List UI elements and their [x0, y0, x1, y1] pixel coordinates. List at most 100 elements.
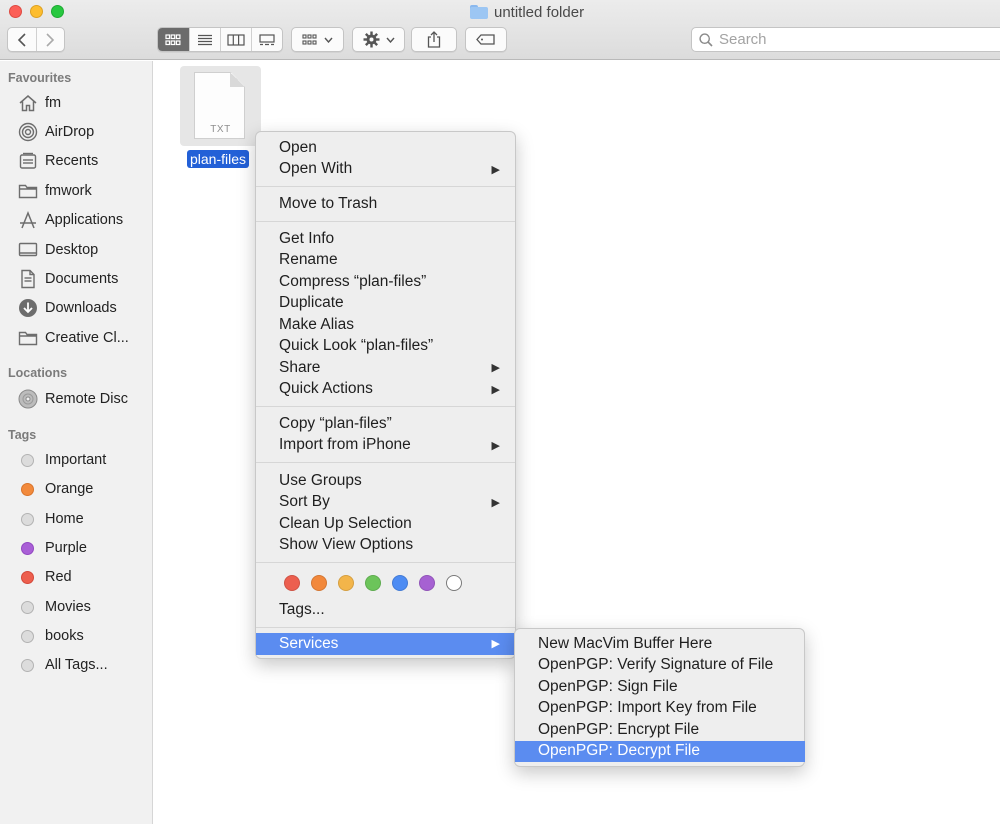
sidebar-item-label: Documents	[45, 271, 119, 287]
menu-separator	[256, 562, 515, 563]
sidebar-item-label: Creative Cl...	[45, 330, 129, 346]
tag-color-picker	[284, 575, 462, 591]
sidebar-item-label: fmwork	[45, 183, 92, 199]
chevron-down-icon	[385, 37, 395, 43]
sidebar-tag-important[interactable]: Important	[17, 448, 153, 472]
sidebar-tag-red[interactable]: Red	[17, 565, 153, 589]
share-button[interactable]	[411, 27, 457, 52]
menu-item-get-info[interactable]: Get Info	[256, 228, 515, 250]
action-dropdown[interactable]	[352, 27, 405, 52]
sidebar-item-downloads[interactable]: Downloads	[17, 296, 153, 320]
sidebar-item-remote-disc[interactable]: Remote Disc	[17, 387, 153, 411]
sidebar-item-label: All Tags...	[45, 657, 108, 673]
forward-button[interactable]	[35, 28, 64, 51]
menu-item-clean-up-selection[interactable]: Clean Up Selection	[256, 513, 515, 535]
menu-item-move-to-trash[interactable]: Move to Trash	[256, 193, 515, 215]
submenu-arrow-icon: ▶	[491, 439, 500, 452]
tag-gray-swatch[interactable]	[446, 575, 462, 591]
sidebar-item-documents[interactable]: Documents	[17, 267, 153, 291]
sidebar-tag-orange[interactable]: Orange	[17, 477, 153, 501]
menu-item-tags[interactable]: Tags...	[256, 599, 515, 621]
airdrop-icon	[17, 122, 38, 143]
file-icon-txt[interactable]: TXT	[180, 66, 261, 146]
sidebar-item-airdrop[interactable]: AirDrop	[17, 120, 153, 144]
menu-item-compress[interactable]: Compress “plan-files”	[256, 271, 515, 293]
column-view-button[interactable]	[219, 28, 251, 51]
close-window-button[interactable]	[9, 5, 22, 18]
columns-icon	[227, 33, 245, 46]
gallery-view-button[interactable]	[250, 28, 282, 51]
menu-item-openpgp-sign[interactable]: OpenPGP: Sign File	[515, 676, 805, 698]
icon-view-button[interactable]	[158, 28, 189, 51]
menu-item-label: Open	[279, 138, 317, 156]
applications-icon	[17, 210, 38, 231]
sidebar-tag-purple[interactable]: Purple	[17, 536, 153, 560]
sidebar-item-label: Important	[45, 452, 107, 468]
sidebar-item-label: Red	[45, 569, 72, 585]
sidebar-item-desktop[interactable]: Desktop	[17, 238, 153, 262]
menu-item-rename[interactable]: Rename	[256, 250, 515, 272]
sidebar-item-creative-cloud[interactable]: Creative Cl...	[17, 326, 153, 350]
tag-purple-swatch[interactable]	[419, 575, 435, 591]
menu-item-openpgp-encrypt[interactable]: OpenPGP: Encrypt File	[515, 719, 805, 741]
menu-item-import-from-iphone[interactable]: Import from iPhone ▶	[256, 435, 515, 457]
tag-color-dot	[21, 453, 34, 467]
menu-item-copy[interactable]: Copy “plan-files”	[256, 413, 515, 435]
menu-item-new-macvim-buffer[interactable]: New MacVim Buffer Here	[515, 633, 805, 655]
tag-red-swatch[interactable]	[284, 575, 300, 591]
sidebar-item-label: Purple	[45, 540, 87, 556]
sidebar-item-fmwork[interactable]: fmwork	[17, 179, 153, 203]
sidebar-item-recents[interactable]: Recents	[17, 149, 153, 173]
menu-item-open[interactable]: Open	[256, 137, 515, 159]
menu-item-label: Get Info	[279, 229, 335, 247]
back-button[interactable]	[8, 28, 36, 51]
arrange-dropdown[interactable]	[291, 27, 344, 52]
sidebar-item-applications[interactable]: Applications	[17, 208, 153, 232]
search-input[interactable]	[719, 31, 979, 48]
menu-item-openpgp-decrypt[interactable]: OpenPGP: Decrypt File	[515, 740, 805, 762]
sidebar-tag-books[interactable]: books	[17, 624, 153, 648]
favourites-heading: Favourites	[8, 71, 72, 85]
sidebar-item-fm[interactable]: fm	[17, 91, 153, 115]
menu-item-services[interactable]: Services ▶	[256, 633, 515, 655]
minimize-window-button[interactable]	[30, 5, 43, 18]
search-field[interactable]	[691, 27, 1000, 52]
submenu-arrow-icon: ▶	[491, 163, 500, 176]
menu-item-use-groups[interactable]: Use Groups	[256, 470, 515, 492]
submenu-arrow-icon: ▶	[491, 362, 500, 375]
tag-orange-swatch[interactable]	[311, 575, 327, 591]
home-icon	[17, 93, 38, 114]
menu-item-sort-by[interactable]: Sort By ▶	[256, 492, 515, 514]
tag-blue-swatch[interactable]	[392, 575, 408, 591]
window-toolbar: untitled folder	[0, 0, 1000, 60]
menu-item-openpgp-verify[interactable]: OpenPGP: Verify Signature of File	[515, 655, 805, 677]
file-name-label[interactable]: plan-files	[187, 150, 250, 168]
sidebar-tag-home[interactable]: Home	[17, 507, 153, 531]
menu-item-share[interactable]: Share ▶	[256, 357, 515, 379]
menu-item-quick-look[interactable]: Quick Look “plan-files”	[256, 336, 515, 358]
menu-item-show-view-options[interactable]: Show View Options	[256, 535, 515, 557]
menu-separator	[256, 221, 515, 222]
menu-item-label: Services	[279, 634, 339, 652]
menu-item-openpgp-import-key[interactable]: OpenPGP: Import Key from File	[515, 698, 805, 720]
menu-item-label: OpenPGP: Sign File	[538, 677, 678, 695]
sidebar-item-label: Recents	[45, 153, 99, 169]
sidebar-tag-movies[interactable]: Movies	[17, 595, 153, 619]
locations-heading: Locations	[8, 366, 68, 380]
menu-item-make-alias[interactable]: Make Alias	[256, 314, 515, 336]
tag-yellow-swatch[interactable]	[338, 575, 354, 591]
menu-item-duplicate[interactable]: Duplicate	[256, 293, 515, 315]
list-view-button[interactable]	[188, 28, 220, 51]
tag-green-swatch[interactable]	[365, 575, 381, 591]
submenu-arrow-icon: ▶	[491, 638, 500, 651]
edit-tags-button[interactable]	[465, 27, 507, 52]
menu-item-label: Share	[279, 358, 321, 376]
folder-icon	[17, 328, 38, 349]
zoom-window-button[interactable]	[51, 5, 64, 18]
tag-color-dot	[21, 512, 34, 526]
menu-item-quick-actions[interactable]: Quick Actions ▶	[256, 379, 515, 401]
page-fold	[230, 72, 245, 87]
menu-item-open-with[interactable]: Open With ▶	[256, 159, 515, 181]
gallery-icon	[259, 33, 275, 45]
sidebar-tag-all-tags[interactable]: All Tags...	[17, 653, 153, 677]
